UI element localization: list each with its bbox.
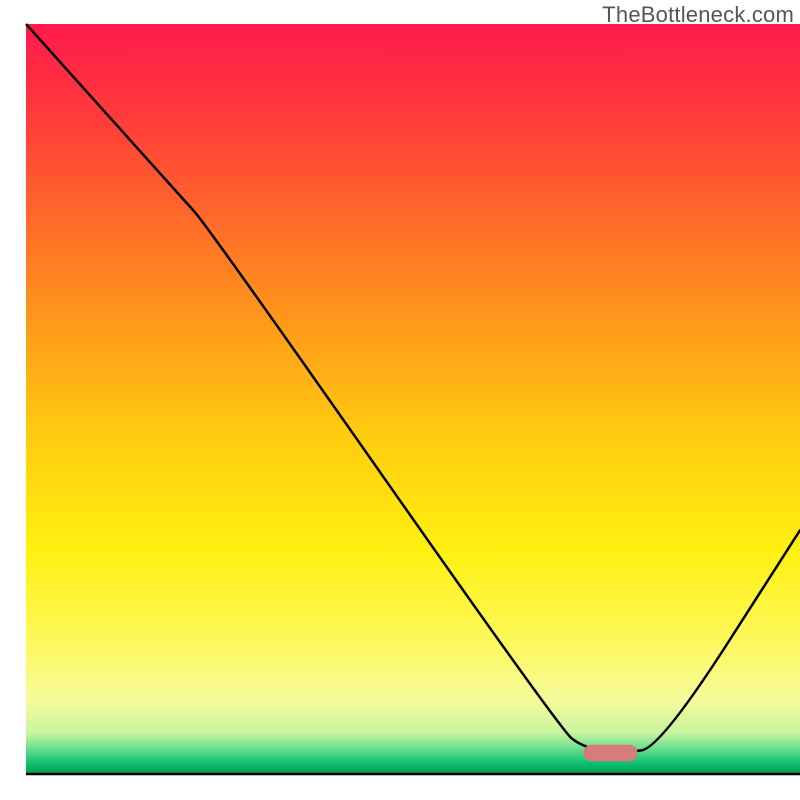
chart-gradient-background [26,24,800,774]
watermark-text: TheBottleneck.com [602,2,794,28]
bottleneck-chart [0,0,800,800]
optimum-marker [583,745,637,762]
